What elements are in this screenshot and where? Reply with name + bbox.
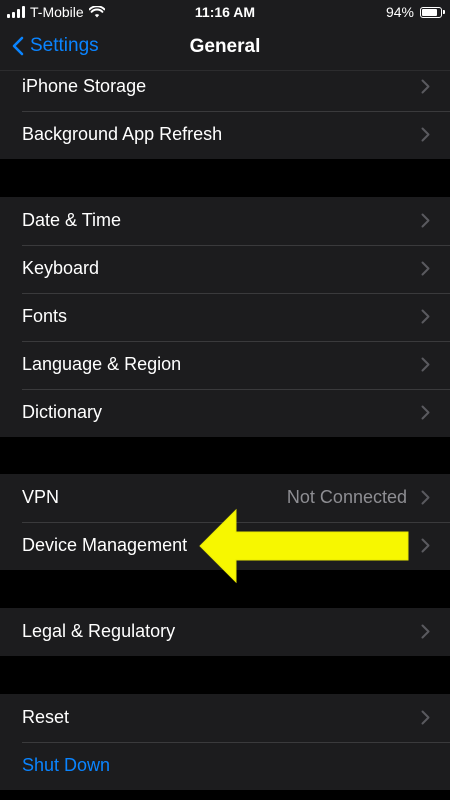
row-keyboard[interactable]: Keyboard [0,245,450,293]
chevron-right-icon [421,79,430,94]
row-legal-regulatory[interactable]: Legal & Regulatory [0,608,450,656]
navigation-bar: Settings General [0,24,450,70]
status-time: 11:16 AM [194,4,256,20]
row-device-management[interactable]: Device Management [0,522,450,570]
battery-icon [420,6,445,18]
shut-down-label: Shut Down [22,755,111,775]
vpn-status: Not Connected [286,487,407,507]
nav-divider [0,70,450,71]
row-vpn[interactable]: VPN Not Connected [0,474,450,522]
group-storage: iPhone Storage Background App Refresh [0,63,450,159]
row-label: VPN [22,487,60,507]
group-vpn-device: VPN Not Connected Device Management [0,474,450,570]
chevron-right-icon [421,357,430,372]
row-fonts[interactable]: Fonts [0,293,450,341]
row-label: Date & Time [22,210,122,230]
chevron-right-icon [421,710,430,725]
status-right: 94% [385,4,445,20]
group-reset: Reset Shut Down [0,694,450,790]
row-label: Reset [22,707,70,727]
chevron-right-icon [421,624,430,639]
row-background-app-refresh[interactable]: Background App Refresh [0,111,450,159]
row-label: Fonts [22,306,68,326]
row-language-region[interactable]: Language & Region [0,341,450,389]
row-reset[interactable]: Reset [0,694,450,742]
chevron-right-icon [421,490,430,505]
row-label: Legal & Regulatory [22,621,176,641]
page-title: General [189,36,261,57]
row-label: iPhone Storage [22,76,147,96]
row-label: Device Management [22,535,188,555]
chevron-right-icon [421,405,430,420]
group-legal: Legal & Regulatory [0,608,450,656]
chevron-right-icon [421,213,430,228]
row-label: Dictionary [22,402,103,422]
status-bar: T-Mobile 11:16 AM 94% [0,0,450,24]
row-label: Language & Region [22,354,182,374]
row-label: Keyboard [22,258,100,278]
chevron-right-icon [421,309,430,324]
row-dictionary[interactable]: Dictionary [0,389,450,437]
chevron-right-icon [421,538,430,553]
battery-percent: 94% [385,4,414,20]
group-regional: Date & Time Keyboard Fonts Language & Re… [0,197,450,437]
row-label: Background App Refresh [22,124,223,144]
chevron-right-icon [421,261,430,276]
battery-fill [422,8,438,16]
chevron-right-icon [421,127,430,142]
row-shut-down[interactable]: Shut Down [0,742,450,790]
row-date-time[interactable]: Date & Time [0,197,450,245]
